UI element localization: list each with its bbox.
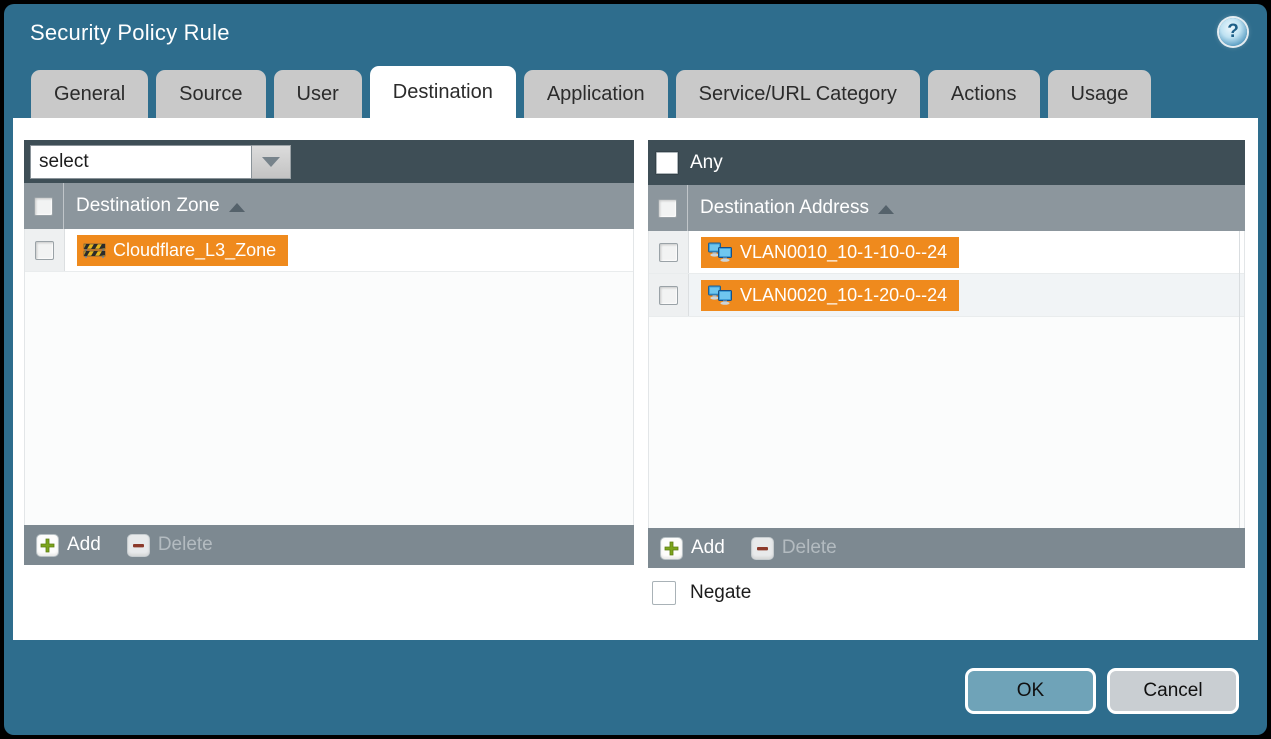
zone-column-header: Destination Zone	[24, 183, 634, 229]
zone-list-item: Cloudflare_L3_Zone	[25, 229, 633, 272]
zone-select-combo	[30, 145, 291, 179]
address-list-item: VLAN0020_10-1-20-0--24	[649, 274, 1244, 317]
zone-filter-bar	[24, 140, 634, 183]
zone-column-label[interactable]: Destination Zone	[76, 195, 245, 217]
zone-select-all-checkbox[interactable]	[34, 197, 53, 216]
negate-label: Negate	[690, 582, 751, 604]
ok-button[interactable]: OK	[965, 668, 1096, 714]
zone-select-all-cell	[24, 183, 64, 229]
address-select-all-checkbox[interactable]	[658, 199, 677, 218]
tab-destination[interactable]: Destination	[370, 66, 516, 118]
zone-delete-button[interactable]: Delete	[127, 534, 213, 557]
address-row-checkbox[interactable]	[659, 243, 678, 262]
zone-row-checkbox-cell	[25, 229, 65, 271]
scrollbar-track[interactable]	[1239, 231, 1240, 528]
tab-application[interactable]: Application	[524, 70, 668, 118]
destination-address-panel: Any Destination Address	[648, 140, 1245, 568]
help-icon[interactable]: ?	[1219, 18, 1247, 46]
zone-select-dropdown-button[interactable]	[252, 145, 291, 179]
dialog-title: Security Policy Rule	[30, 20, 230, 46]
network-address-icon	[707, 285, 733, 305]
address-add-button[interactable]: Add	[660, 537, 725, 560]
negate-row: Negate	[652, 581, 751, 605]
address-select-all-cell	[648, 185, 688, 231]
zone-list: Cloudflare_L3_Zone	[24, 229, 634, 525]
sort-ascending-icon	[229, 203, 245, 212]
minus-icon	[751, 537, 774, 560]
address-column-header: Destination Address	[648, 185, 1245, 231]
tab-service-url-category[interactable]: Service/URL Category	[676, 70, 920, 118]
zone-row-checkbox[interactable]	[35, 241, 54, 260]
tab-user[interactable]: User	[274, 70, 362, 118]
destination-tab-content: Destination Zone	[13, 118, 1258, 640]
destination-zone-panel: Destination Zone	[24, 140, 634, 565]
address-any-checkbox[interactable]	[656, 152, 678, 174]
zone-add-button[interactable]: Add	[36, 534, 101, 557]
address-delete-button[interactable]: Delete	[751, 537, 837, 560]
zone-entry-label: Cloudflare_L3_Zone	[113, 240, 276, 261]
address-list-item: VLAN0010_10-1-10-0--24	[649, 231, 1244, 274]
address-row-checkbox[interactable]	[659, 286, 678, 305]
zone-barricade-icon	[83, 242, 106, 259]
address-row-checkbox-cell	[649, 231, 689, 273]
address-any-bar: Any	[648, 140, 1245, 185]
zone-select-input[interactable]	[30, 145, 252, 179]
tab-actions[interactable]: Actions	[928, 70, 1040, 118]
address-panel-footer: Add Delete	[648, 528, 1245, 568]
plus-icon	[36, 534, 59, 557]
title-bar: Security Policy Rule ?	[4, 4, 1267, 66]
address-row-content: VLAN0020_10-1-20-0--24	[689, 274, 1244, 316]
address-any-label: Any	[690, 152, 723, 174]
tab-source[interactable]: Source	[156, 70, 265, 118]
tab-bar: General Source User Destination Applicat…	[4, 66, 1267, 118]
zone-row-content: Cloudflare_L3_Zone	[65, 229, 633, 271]
address-list: VLAN0010_10-1-10-0--24	[648, 231, 1245, 528]
zone-panel-footer: Add Delete	[24, 525, 634, 565]
security-policy-rule-dialog: Security Policy Rule ? General Source Us…	[4, 4, 1267, 735]
plus-icon	[660, 537, 683, 560]
address-row-checkbox-cell	[649, 274, 689, 316]
address-column-label[interactable]: Destination Address	[700, 197, 894, 219]
chevron-down-icon	[262, 157, 280, 167]
address-entry-label: VLAN0020_10-1-20-0--24	[740, 285, 947, 306]
tab-usage[interactable]: Usage	[1048, 70, 1152, 118]
sort-ascending-icon	[878, 205, 894, 214]
cancel-button[interactable]: Cancel	[1107, 668, 1239, 714]
minus-icon	[127, 534, 150, 557]
address-row-content: VLAN0010_10-1-10-0--24	[689, 231, 1244, 273]
address-entry-label: VLAN0010_10-1-10-0--24	[740, 242, 947, 263]
zone-entry[interactable]: Cloudflare_L3_Zone	[77, 235, 288, 266]
network-address-icon	[707, 242, 733, 262]
address-entry[interactable]: VLAN0010_10-1-10-0--24	[701, 237, 959, 268]
address-entry[interactable]: VLAN0020_10-1-20-0--24	[701, 280, 959, 311]
negate-checkbox[interactable]	[652, 581, 676, 605]
tab-general[interactable]: General	[31, 70, 148, 118]
